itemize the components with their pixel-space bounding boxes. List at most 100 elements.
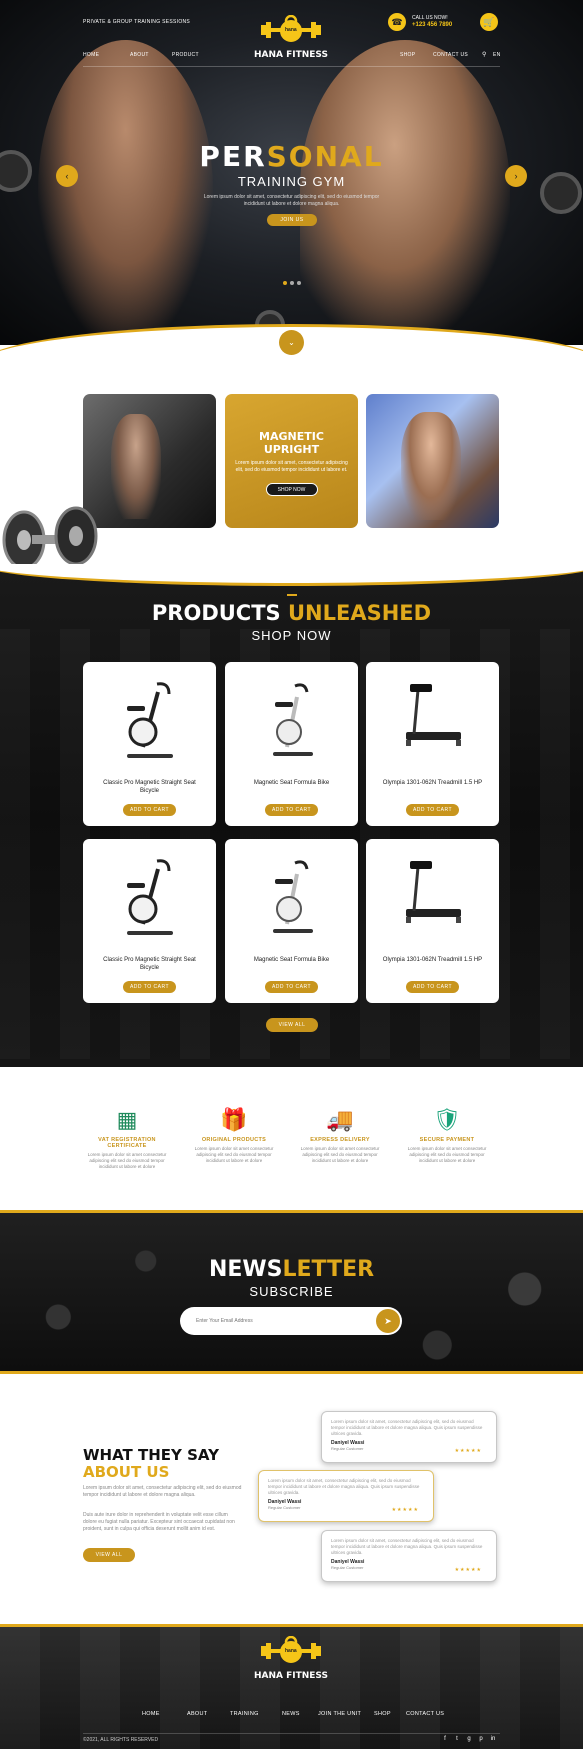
subscribe-button[interactable]: ➤: [376, 1309, 400, 1333]
products-title-white: PRODUCTS: [151, 601, 288, 625]
footer: hana HANA FITNESS HOME ABOUT TRAINING NEWS J…: [0, 1624, 583, 1749]
search-icon[interactable]: ⚲: [482, 51, 487, 58]
feature-title: EXPRESS DELIVERY: [310, 1137, 370, 1143]
nav-divider: [83, 66, 500, 67]
product-card[interactable]: Classic Pro Magnetic Straight Seat Bicyc…: [83, 662, 216, 826]
hero-subtitle: TRAINING GYM: [237, 174, 346, 189]
social-f-icon[interactable]: f: [440, 1734, 450, 1744]
cart-icon[interactable]: 🛒: [480, 13, 498, 31]
add-to-cart-button[interactable]: ADD TO CART: [123, 981, 176, 993]
view-all-testimonials-button[interactable]: VIEW ALL: [83, 1548, 135, 1562]
slider-dot[interactable]: [297, 281, 301, 285]
newsletter-title-gold: LETTER: [282, 1257, 375, 1282]
add-to-cart-button[interactable]: ADD TO CART: [406, 981, 459, 993]
promo-image-woman-drinking[interactable]: [83, 394, 216, 528]
footer-link[interactable]: CONTACT US: [406, 1711, 444, 1717]
hero-prev-button[interactable]: ‹: [56, 165, 78, 187]
newsletter-title: NEWSLETTER: [150, 1257, 433, 1282]
upright-bike-image: [255, 849, 328, 949]
truck-icon: 🚚: [326, 1107, 354, 1132]
hero-next-button[interactable]: ›: [505, 165, 527, 187]
add-to-cart-button[interactable]: ADD TO CART: [265, 804, 318, 816]
brand-name: HANA FITNESS: [253, 50, 328, 60]
testimonials-para-1: Lorem ipsum dolor sit amet, consectetur …: [83, 1485, 242, 1498]
treadmill-image: [396, 849, 469, 949]
athlete-figure: [401, 412, 461, 520]
slider-dot[interactable]: [290, 281, 294, 285]
promo-title: MAGNETIC UPRIGHT: [259, 430, 324, 456]
testimonials-para-2: Duis aute irure dolor in reprehenderit i…: [83, 1512, 235, 1532]
call-label: CALL US NOW!: [412, 15, 448, 21]
product-card[interactable]: Classic Pro Magnetic Straight Seat Bicyc…: [83, 839, 216, 1003]
social-g-icon[interactable]: g: [464, 1734, 474, 1744]
products-title-gold: UNLEASHED: [287, 601, 432, 625]
feature-text: Lorem ipsum dolor sit amet consectetur a…: [300, 1146, 380, 1163]
product-card[interactable]: Magnetic Seat Formula Bike ADD TO CART: [225, 662, 358, 826]
vat-icon: ▦: [116, 1107, 138, 1132]
logo-text: hana: [285, 27, 297, 33]
testimonial-text: Lorem ipsum dolor sit amet, consectetur …: [268, 1478, 420, 1495]
feature-item: 🎁 ORIGINAL PRODUCTS Lorem ipsum dolor sit …: [190, 1107, 278, 1164]
feature-text: Lorem ipsum dolor sit amet consectetur a…: [194, 1146, 274, 1163]
newsletter-subtitle: SUBSCRIBE: [249, 1284, 334, 1299]
add-to-cart-button[interactable]: ADD TO CART: [406, 804, 459, 816]
products-subtitle: SHOP NOW: [251, 628, 332, 643]
phone-number[interactable]: +123 456 7890: [412, 22, 452, 28]
footer-logo[interactable]: hana: [258, 1635, 324, 1666]
tagline: PRIVATE & GROUP TRAINING SESSIONS: [83, 19, 191, 25]
brand-logo[interactable]: hana: [258, 14, 324, 49]
footer-link[interactable]: NEWS: [282, 1711, 300, 1717]
newsletter-section: NEWSLETTER SUBSCRIBE ➤: [0, 1210, 583, 1374]
product-card[interactable]: Olympia 1301-062N Treadmill 1.5 HP ADD TO…: [366, 839, 499, 1003]
footer-link[interactable]: TRAINING: [230, 1711, 259, 1717]
nav-contact[interactable]: CONTACT US: [433, 52, 468, 58]
nav-about[interactable]: ABOUT: [130, 52, 149, 58]
social-in-icon[interactable]: in: [488, 1734, 498, 1744]
footer-link[interactable]: JOIN THE UNIT: [318, 1711, 361, 1717]
promo-text: Lorem ipsum dolor sit amet, consectetur …: [235, 460, 348, 473]
dumbbell-image: [0, 150, 32, 192]
join-us-button[interactable]: JOIN US: [267, 214, 317, 226]
rating-stars-icon: ★★★★★: [454, 1448, 482, 1454]
feature-item: 🛡 SECURE PAYMENT Lorem ipsum dolor sit ame…: [403, 1107, 491, 1164]
hero-title-gold: SONAL: [266, 140, 384, 173]
nav-product[interactable]: PRODUCT: [172, 52, 199, 58]
hero-title: PERSONAL: [150, 140, 433, 173]
newsletter-form: ➤: [180, 1307, 402, 1335]
scroll-down-button[interactable]: ⌄: [279, 330, 304, 355]
hero-man-image: [300, 40, 510, 340]
slider-dot-active[interactable]: [283, 281, 287, 285]
product-card[interactable]: Olympia 1301-062N Treadmill 1.5 HP ADD TO…: [366, 662, 499, 826]
testimonial-text: Lorem ipsum dolor sit amet, consectetur …: [331, 1538, 483, 1555]
send-icon: ➤: [384, 1316, 392, 1326]
footer-divider: [83, 1733, 500, 1734]
feature-item: ▦ VAT REGISTRATION CERTIFICATE Lorem ipsum…: [83, 1107, 171, 1170]
add-to-cart-button[interactable]: ADD TO CART: [123, 804, 176, 816]
email-input[interactable]: [196, 1314, 356, 1328]
gift-icon: 🎁: [220, 1107, 248, 1132]
view-all-products-button[interactable]: VIEW ALL: [266, 1018, 318, 1032]
products-title: PRODUCTS UNLEASHED: [100, 601, 483, 625]
product-name: Olympia 1301-062N Treadmill 1.5 HP: [382, 957, 483, 963]
footer-link[interactable]: ABOUT: [187, 1711, 207, 1717]
newsletter-title-white: NEWS: [208, 1257, 283, 1282]
product-name: Magnetic Seat Formula Bike: [253, 780, 330, 786]
product-card[interactable]: Magnetic Seat Formula Bike ADD TO CART: [225, 839, 358, 1003]
nav-home[interactable]: HOME: [83, 52, 99, 58]
add-to-cart-button[interactable]: ADD TO CART: [265, 981, 318, 993]
testimonial-card: Lorem ipsum dolor sit amet, consectetur …: [321, 1411, 497, 1463]
footer-link[interactable]: SHOP: [374, 1711, 391, 1717]
shop-now-button[interactable]: SHOP NOW: [265, 483, 318, 496]
nav-shop[interactable]: SHOP: [400, 52, 415, 58]
testimonials-heading-2: ABOUT US: [83, 1463, 170, 1481]
language-selector[interactable]: EN: [493, 52, 501, 58]
social-p-icon[interactable]: p: [476, 1734, 486, 1744]
promo-image-woman-lifting[interactable]: [366, 394, 499, 528]
treadmill-image: [396, 672, 469, 772]
social-t-icon[interactable]: t: [452, 1734, 462, 1744]
logo-text: hana: [285, 1648, 297, 1654]
dumbbell-rack-background: [0, 1233, 583, 1371]
phone-icon[interactable]: ☎: [388, 13, 406, 31]
footer-link[interactable]: HOME: [142, 1711, 160, 1717]
hero-title-white: PER: [199, 140, 267, 173]
